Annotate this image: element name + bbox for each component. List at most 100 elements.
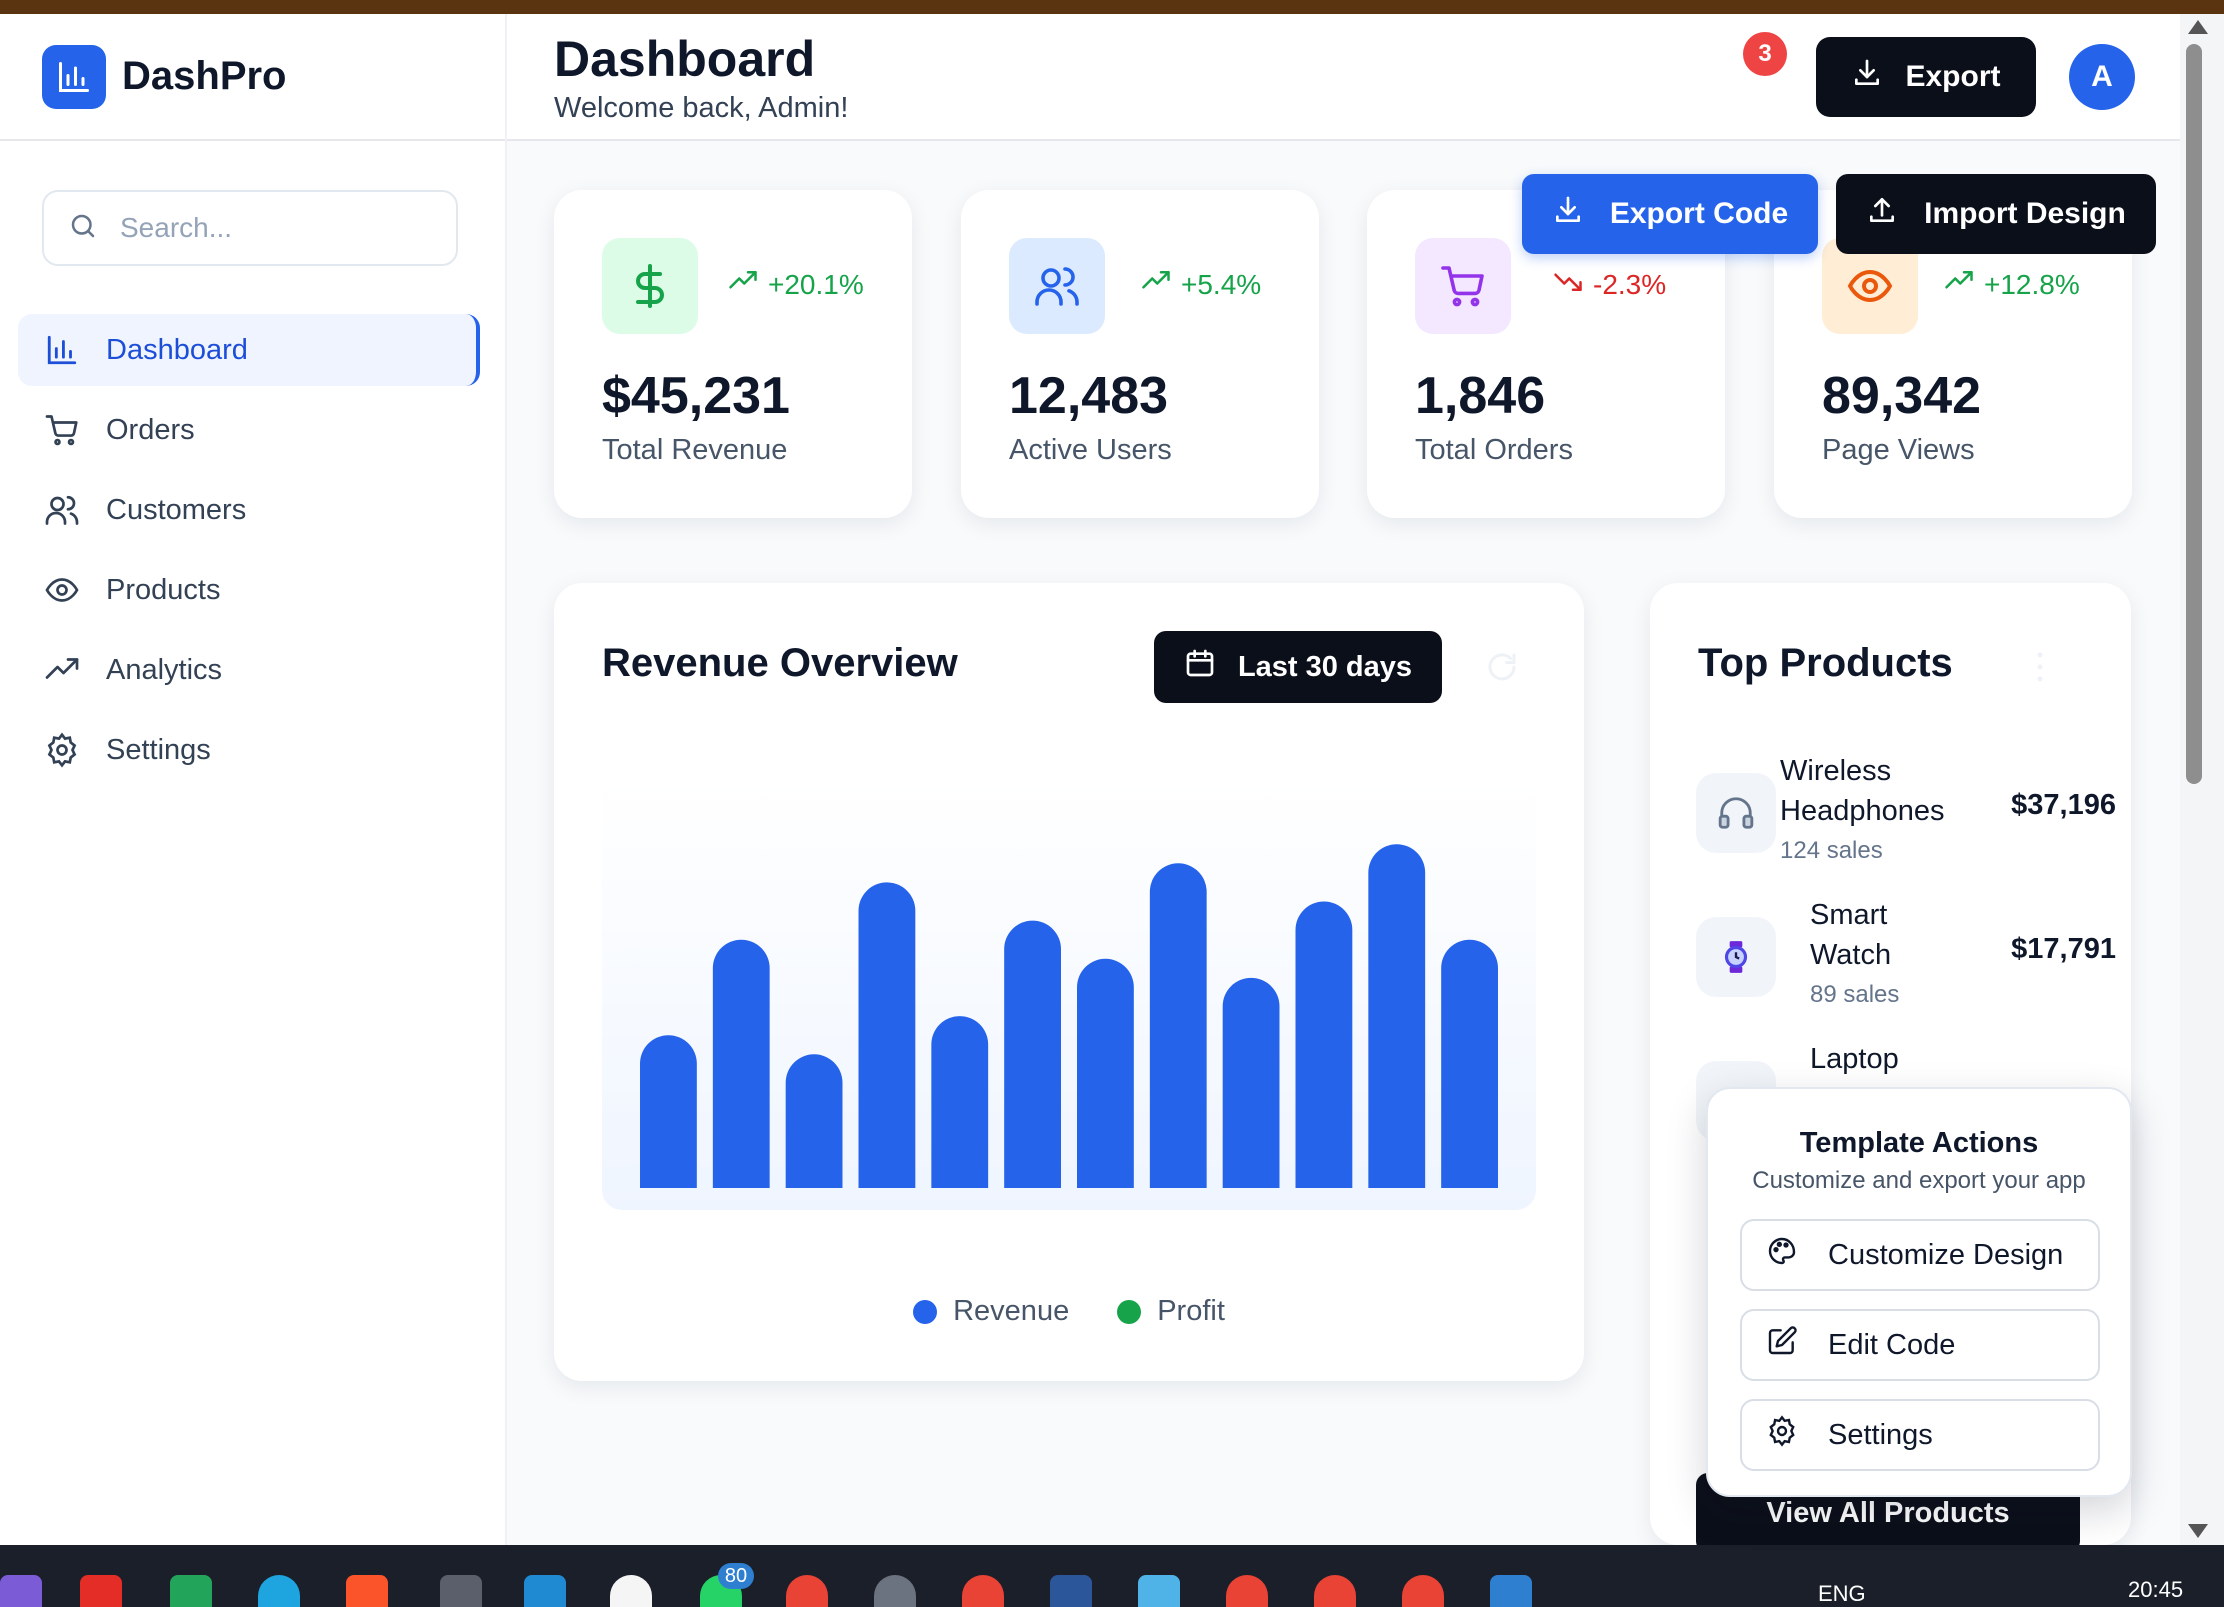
date-range-button[interactable]: Last 30 days — [1154, 631, 1442, 703]
top-products-title: Top Products — [1698, 641, 1953, 685]
brave-icon[interactable] — [346, 1575, 388, 1607]
sidebar-item-dashboard[interactable]: Dashboard — [18, 314, 480, 386]
app-icon[interactable] — [1490, 1575, 1532, 1607]
more-options-icon[interactable] — [2034, 649, 2046, 685]
trending-up-icon — [42, 650, 82, 690]
sidebar-item-orders[interactable]: Orders — [18, 394, 480, 466]
sidebar-item-analytics[interactable]: Analytics — [18, 634, 480, 706]
search-input[interactable]: Search... — [42, 190, 458, 266]
chrome-icon[interactable] — [1226, 1575, 1268, 1607]
revenue-bar[interactable] — [785, 1054, 843, 1188]
trending-up-icon — [728, 266, 758, 303]
trending-down-icon — [1553, 266, 1583, 303]
edit-code-button[interactable]: Edit Code — [1740, 1309, 2100, 1381]
template-actions-popup: Template Actions Customize and export yo… — [1706, 1087, 2132, 1497]
product-row[interactable]: Smart Watch 89 sales $17,791 — [1696, 895, 2116, 1015]
revenue-bar[interactable] — [712, 939, 770, 1188]
product-name-line: Watch — [1810, 939, 1892, 971]
bar-chart-icon — [42, 44, 106, 109]
scroll-down-arrow-icon[interactable] — [2188, 1524, 2208, 1538]
popup-title: Template Actions — [1799, 1127, 2039, 1159]
scrollbar-thumb[interactable] — [2186, 44, 2202, 784]
refresh-icon[interactable] — [1484, 649, 1520, 685]
revenue-bar[interactable] — [931, 1016, 989, 1188]
chart-legend: Revenue Profit — [554, 1295, 1584, 1328]
chrome-icon[interactable] — [1402, 1575, 1444, 1607]
sheets-icon[interactable] — [170, 1575, 212, 1607]
revenue-bar[interactable] — [1368, 844, 1426, 1188]
notepad-icon[interactable] — [1138, 1575, 1180, 1607]
download-icon — [1851, 57, 1883, 97]
popup-button-label: Settings — [1828, 1418, 1933, 1451]
export-label: Export — [1905, 60, 2001, 93]
revenue-bar[interactable] — [1077, 958, 1134, 1188]
sidebar-item-customers[interactable]: Customers — [18, 474, 480, 546]
popup-subtitle: Customize and export your app — [1752, 1167, 2086, 1194]
gear-icon — [1766, 1415, 1798, 1455]
page-title: Dashboard — [554, 31, 816, 87]
revenue-bar[interactable] — [858, 882, 916, 1188]
date-range-label: Last 30 days — [1237, 650, 1413, 683]
revenue-bar[interactable] — [1149, 863, 1207, 1188]
revenue-bar[interactable] — [640, 1035, 697, 1188]
stat-value: $45,231 — [602, 367, 790, 425]
avatar[interactable]: A — [2069, 44, 2135, 110]
customize-design-button[interactable]: Customize Design — [1740, 1219, 2100, 1291]
users-icon — [1009, 238, 1105, 334]
sidebar-nav: Dashboard Orders Customers Products Anal… — [18, 314, 480, 794]
users-icon — [42, 490, 82, 530]
chrome-icon[interactable] — [786, 1575, 828, 1607]
settings-button[interactable]: Settings — [1740, 1399, 2100, 1471]
product-name: Smart Watch — [1810, 895, 1891, 975]
youtube-icon[interactable] — [80, 1575, 122, 1607]
product-name-line: Laptop — [1810, 1043, 1899, 1075]
sidebar-item-products[interactable]: Products — [18, 554, 480, 626]
revenue-title: Revenue Overview — [602, 641, 958, 685]
edge-icon[interactable] — [258, 1575, 300, 1607]
revenue-bar[interactable] — [1004, 920, 1061, 1188]
notification-count-badge: 80 — [718, 1563, 754, 1589]
settings-app-icon[interactable] — [874, 1575, 916, 1607]
chrome-icon[interactable] — [1314, 1575, 1356, 1607]
stat-change: +12.8% — [1984, 268, 2080, 300]
app-icon[interactable] — [0, 1575, 42, 1607]
word-icon[interactable] — [1050, 1575, 1092, 1607]
product-sales: 89 sales — [1810, 981, 1900, 1008]
search-icon — [68, 211, 98, 246]
revenue-bar[interactable] — [1222, 977, 1280, 1188]
product-name: Wireless Headphones — [1780, 751, 1944, 831]
product-price: $37,196 — [2011, 789, 2116, 821]
sidebar-item-label: Settings — [106, 733, 211, 766]
stat-label: Active Users — [1009, 434, 1172, 466]
sidebar-item-label: Customers — [106, 493, 247, 526]
sidebar-item-settings[interactable]: Settings — [18, 714, 480, 786]
trending-up-icon — [1141, 266, 1171, 303]
export-code-label: Export Code — [1609, 197, 1789, 230]
revenue-overview-card: Revenue Overview Last 30 days Revenue Pr… — [554, 583, 1584, 1381]
sidebar-item-label: Dashboard — [106, 333, 248, 366]
clock[interactable]: 20:45 — [2128, 1577, 2183, 1603]
vscode-icon[interactable] — [524, 1575, 566, 1607]
chrome-icon[interactable] — [962, 1575, 1004, 1607]
app-icon[interactable] — [440, 1575, 482, 1607]
scroll-up-arrow-icon[interactable] — [2188, 20, 2208, 34]
product-price: $17,791 — [2011, 933, 2116, 965]
product-row[interactable]: Wireless Headphones 124 sales $37,196 — [1696, 751, 2116, 871]
stat-trend: +20.1% — [728, 266, 864, 303]
window-top-strip — [0, 0, 2224, 14]
export-button[interactable]: Export — [1816, 37, 2036, 117]
legend-dot — [913, 1299, 938, 1324]
download-icon — [1552, 194, 1584, 234]
whatsapp-icon[interactable] — [610, 1575, 652, 1607]
revenue-bar[interactable] — [1441, 939, 1498, 1188]
stat-trend: +5.4% — [1141, 266, 1261, 303]
import-design-button[interactable]: Import Design — [1836, 174, 2156, 254]
watch-icon — [1696, 917, 1776, 997]
brand[interactable]: DashPro — [0, 14, 505, 141]
language-indicator[interactable]: ENG — [1818, 1581, 1866, 1607]
stat-change: +5.4% — [1181, 268, 1262, 300]
notification-badge[interactable]: 3 — [1743, 32, 1787, 76]
export-code-button[interactable]: Export Code — [1522, 174, 1818, 254]
dollar-icon — [602, 238, 698, 334]
revenue-bar[interactable] — [1295, 901, 1353, 1189]
